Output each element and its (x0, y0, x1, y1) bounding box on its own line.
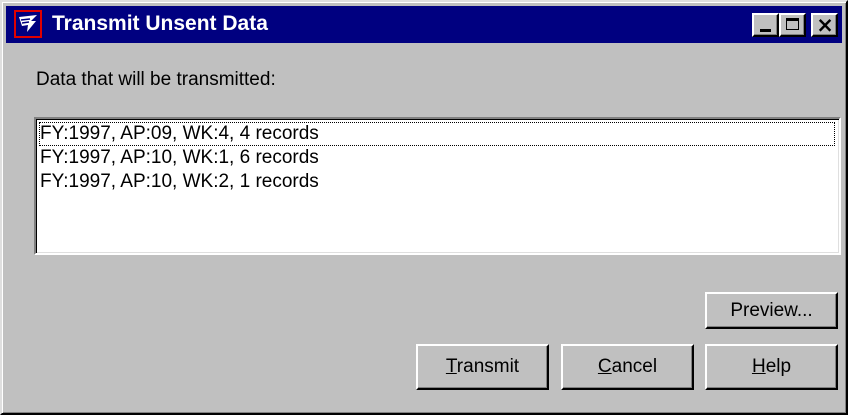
title-bar[interactable]: Transmit Unsent Data × (6, 6, 842, 43)
maximize-button[interactable] (779, 13, 806, 37)
help-button[interactable]: Help (705, 344, 838, 390)
transmit-accel: T (445, 356, 457, 377)
help-accel: H (751, 356, 766, 377)
list-item[interactable]: FY:1997, AP:10, WK:1, 6 records (39, 146, 835, 170)
list-item[interactable]: FY:1997, AP:09, WK:4, 4 records (39, 122, 835, 146)
close-button[interactable]: × (811, 13, 838, 37)
dialog-window: Transmit Unsent Data × Data that will be… (0, 0, 848, 415)
cancel-accel: C (597, 356, 612, 377)
help-label: elp (765, 356, 792, 377)
list-item[interactable]: FY:1997, AP:10, WK:2, 1 records (39, 170, 835, 194)
close-icon: × (816, 13, 834, 37)
minimize-button[interactable] (752, 13, 779, 37)
data-list-label: Data that will be transmitted: (36, 69, 276, 90)
transmit-label: ransmit (456, 356, 520, 377)
cancel-label: ancel (611, 356, 658, 377)
transmit-button[interactable]: Transmit (416, 344, 549, 390)
maximize-icon (786, 18, 799, 30)
eagle-logo-icon[interactable] (14, 10, 42, 38)
window-title: Transmit Unsent Data (52, 12, 268, 35)
cancel-button[interactable]: Cancel (561, 344, 694, 390)
preview-button[interactable]: Preview... (705, 292, 838, 329)
minimize-icon (760, 29, 771, 32)
data-listbox[interactable]: FY:1997, AP:09, WK:4, 4 records FY:1997,… (34, 117, 841, 255)
